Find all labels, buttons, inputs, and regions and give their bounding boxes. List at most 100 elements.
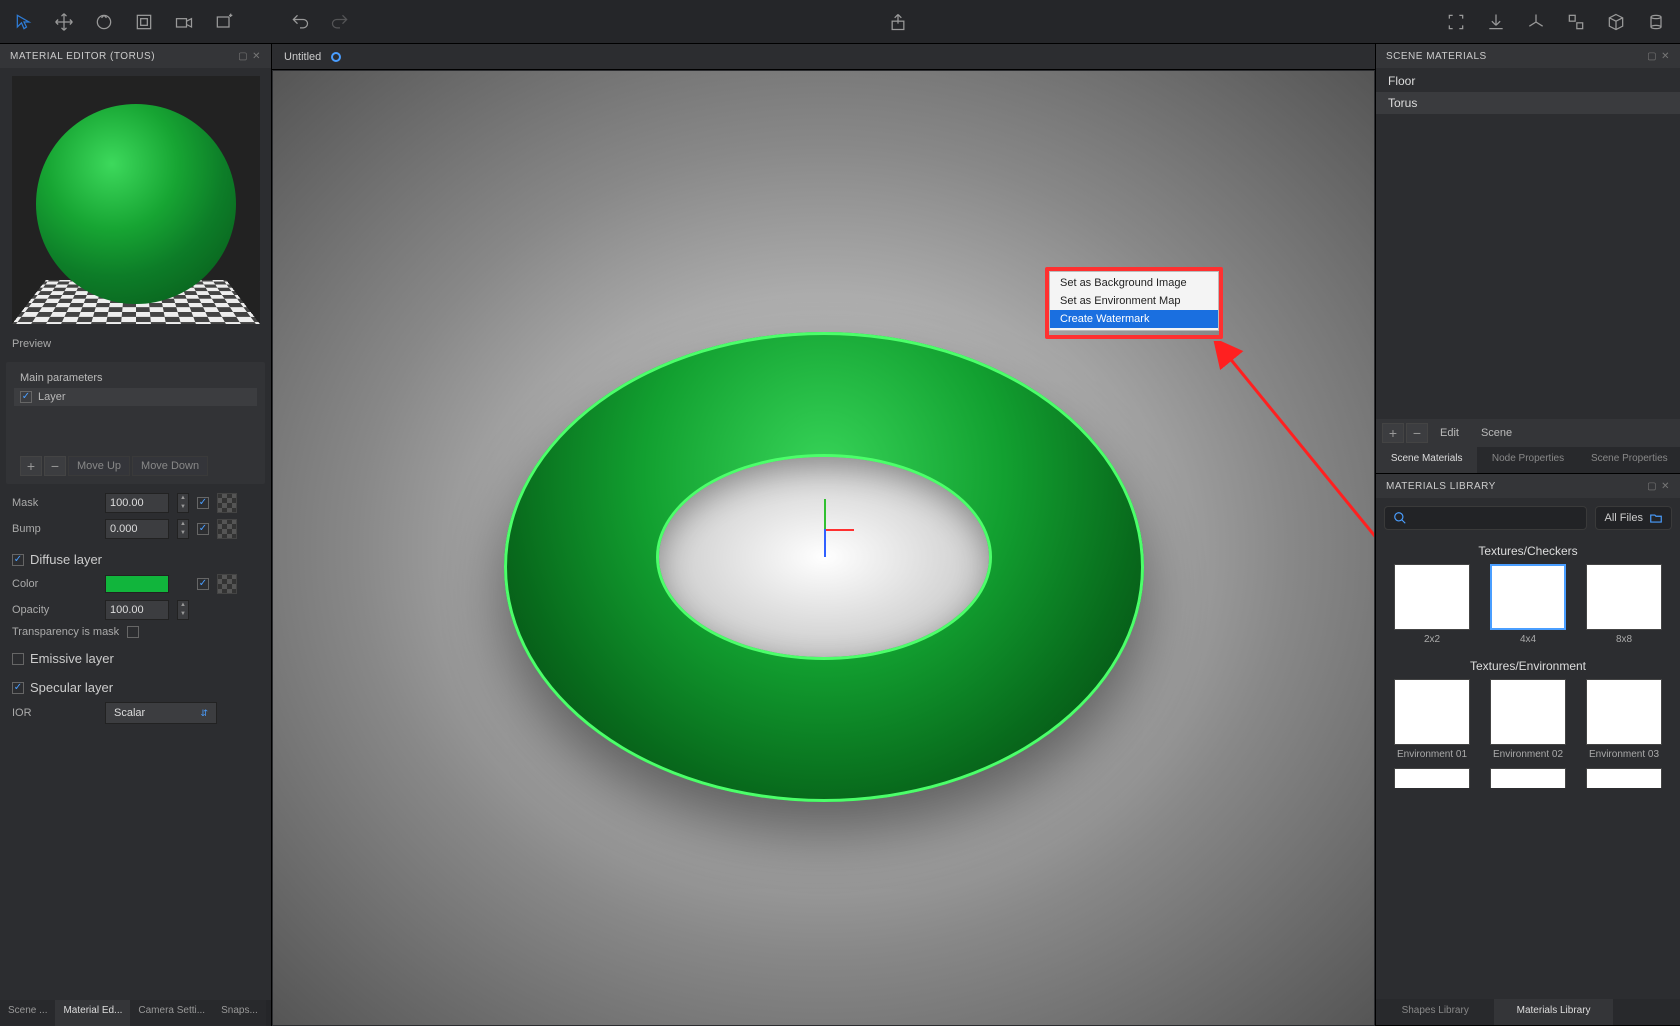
library-tabs: Shapes Library Materials Library: [1376, 999, 1680, 1025]
maximize-icon[interactable]: ▢: [1647, 51, 1657, 62]
opacity-label: Opacity: [12, 604, 97, 616]
diffuse-checkbox[interactable]: [12, 554, 24, 566]
ior-select[interactable]: Scalar ⇵: [105, 702, 217, 724]
rotate-tool-icon[interactable]: [92, 10, 116, 34]
bump-input[interactable]: [105, 519, 169, 539]
document-title[interactable]: Untitled: [284, 51, 321, 63]
layer-checkbox[interactable]: [20, 391, 32, 403]
tab-snaps[interactable]: Snaps...: [213, 1000, 266, 1026]
bump-spinner[interactable]: ▲▼: [177, 519, 189, 539]
scene-button[interactable]: Scene: [1471, 427, 1522, 439]
emissive-layer-title[interactable]: Emissive layer: [0, 641, 271, 670]
add-layer-button[interactable]: +: [20, 456, 42, 476]
move-up-button[interactable]: Move Up: [68, 456, 130, 476]
transparency-label: Transparency is mask: [12, 626, 119, 638]
library-section-checkers: Textures/Checkers: [1376, 538, 1680, 564]
annotation-arrow: [1213, 341, 1374, 561]
thumb-env-01[interactable]: Environment 01: [1389, 679, 1475, 760]
diffuse-layer-title[interactable]: Diffuse layer: [0, 542, 271, 571]
thumb-env-04[interactable]: [1389, 768, 1475, 788]
camera-tool-icon[interactable]: [172, 10, 196, 34]
tab-material-editor[interactable]: Material Ed...: [55, 1000, 130, 1026]
mask-checkbox[interactable]: [197, 497, 209, 509]
cube-icon[interactable]: [1604, 10, 1628, 34]
add-material-button[interactable]: +: [1382, 423, 1404, 443]
remove-material-button[interactable]: −: [1406, 423, 1428, 443]
specular-checkbox[interactable]: [12, 682, 24, 694]
emissive-checkbox[interactable]: [12, 653, 24, 665]
mask-input[interactable]: [105, 493, 169, 513]
transparency-checkbox[interactable]: [127, 626, 139, 638]
thumb-env-03[interactable]: Environment 03: [1581, 679, 1667, 760]
context-menu: Set as Background Image Set as Environme…: [1049, 271, 1219, 331]
tab-node-properties[interactable]: Node Properties: [1477, 447, 1578, 473]
top-toolbar: [0, 0, 1680, 44]
library-filter-select[interactable]: All Files: [1595, 506, 1672, 530]
tab-materials-library[interactable]: Materials Library: [1494, 999, 1612, 1025]
scene-materials-toolbar: + − Edit Scene: [1376, 419, 1680, 447]
folder-icon: [1649, 511, 1663, 525]
move-down-button[interactable]: Move Down: [132, 456, 208, 476]
cylinder-icon[interactable]: [1644, 10, 1668, 34]
remove-layer-button[interactable]: −: [44, 456, 66, 476]
frame-icon[interactable]: [1444, 10, 1468, 34]
opacity-spinner[interactable]: ▲▼: [177, 600, 189, 620]
opacity-input[interactable]: [105, 600, 169, 620]
share-icon[interactable]: [886, 10, 910, 34]
thumb-env-05[interactable]: [1485, 768, 1571, 788]
move-tool-icon[interactable]: [52, 10, 76, 34]
edit-button[interactable]: Edit: [1430, 427, 1469, 439]
viewport-area: Untitled Set as Background Image Set as …: [272, 44, 1375, 1026]
tab-camera-settings[interactable]: Camera Setti...: [130, 1000, 213, 1026]
close-icon[interactable]: ✕: [1661, 481, 1670, 492]
maximize-icon[interactable]: ▢: [1647, 481, 1657, 492]
torus-object[interactable]: [504, 332, 1144, 802]
color-swatch[interactable]: [105, 575, 169, 593]
thumb-env-02[interactable]: Environment 02: [1485, 679, 1571, 760]
tab-shapes-library[interactable]: Shapes Library: [1376, 999, 1494, 1025]
right-upper-tabs: Scene Materials Node Properties Scene Pr…: [1376, 447, 1680, 473]
environment-grid-row2: [1376, 768, 1680, 788]
material-preview: [12, 76, 260, 324]
mask-texture-button[interactable]: [217, 493, 237, 513]
layer-row[interactable]: Layer: [14, 388, 257, 406]
thumb-4x4[interactable]: 4x4: [1485, 564, 1571, 645]
bump-texture-button[interactable]: [217, 519, 237, 539]
redo-icon[interactable]: [328, 10, 352, 34]
opacity-row: Opacity ▲▼: [0, 597, 271, 623]
tab-scene-materials[interactable]: Scene Materials: [1376, 447, 1477, 473]
axis-icon[interactable]: [1524, 10, 1548, 34]
thumb-8x8[interactable]: 8x8: [1581, 564, 1667, 645]
document-busy-indicator: [331, 52, 341, 62]
grid-icon[interactable]: [1564, 10, 1588, 34]
scene-material-torus[interactable]: Torus: [1376, 92, 1680, 114]
tab-scene-properties[interactable]: Scene Properties: [1579, 447, 1680, 473]
specular-layer-title[interactable]: Specular layer: [0, 670, 271, 699]
undo-icon[interactable]: [288, 10, 312, 34]
menu-set-background[interactable]: Set as Background Image: [1050, 274, 1218, 292]
mask-spinner[interactable]: ▲▼: [177, 493, 189, 513]
thumb-env-06[interactable]: [1581, 768, 1667, 788]
library-section-environment: Textures/Environment: [1376, 653, 1680, 679]
viewport[interactable]: Set as Background Image Set as Environme…: [273, 71, 1374, 1025]
chevron-down-icon: ⇵: [200, 708, 208, 719]
right-panels: SCENE MATERIALS ▢✕ Floor Torus + − Edit …: [1375, 44, 1680, 1026]
close-icon[interactable]: ✕: [252, 51, 261, 62]
scene-material-floor[interactable]: Floor: [1376, 70, 1680, 92]
mask-row: Mask ▲▼: [0, 490, 271, 516]
library-search-input[interactable]: [1384, 506, 1587, 530]
color-texture-button[interactable]: [217, 574, 237, 594]
menu-set-environment[interactable]: Set as Environment Map: [1050, 292, 1218, 310]
maximize-icon[interactable]: ▢: [238, 51, 248, 62]
menu-create-watermark[interactable]: Create Watermark: [1050, 310, 1218, 328]
thumb-2x2[interactable]: 2x2: [1389, 564, 1475, 645]
pointer-tool-icon[interactable]: [12, 10, 36, 34]
axis-gizmo[interactable]: [794, 499, 854, 559]
color-checkbox[interactable]: [197, 578, 209, 590]
download-icon[interactable]: [1484, 10, 1508, 34]
scale-tool-icon[interactable]: [132, 10, 156, 34]
close-icon[interactable]: ✕: [1661, 51, 1670, 62]
add-tool-icon[interactable]: [212, 10, 236, 34]
tab-scene[interactable]: Scene ...: [0, 1000, 55, 1026]
bump-checkbox[interactable]: [197, 523, 209, 535]
